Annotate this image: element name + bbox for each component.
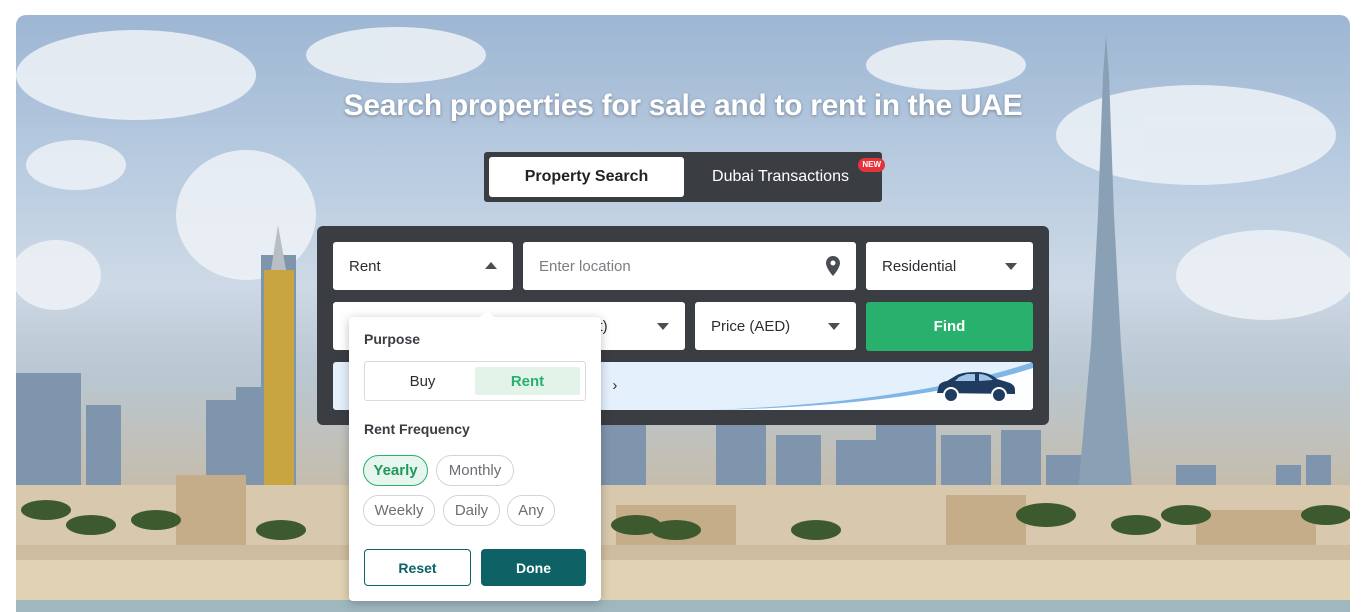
purpose-label: Purpose [364,331,421,347]
purpose-dropdown: Purpose Buy Rent Rent Frequency Yearly M… [349,310,601,601]
frequency-chip-any[interactable]: Any [507,495,555,526]
tab-dubai-transactions-label: Dubai Transactions [712,168,849,185]
search-tabs: Property Search Dubai Transactions NEW [484,152,885,202]
caret-up-icon [485,262,497,269]
price-select-value: Price (AED) [711,317,791,335]
car-icon [937,372,1015,403]
purpose-select[interactable]: Rent [333,242,513,290]
purpose-option-buy[interactable]: Buy [370,367,475,395]
chevron-down-icon [657,323,669,330]
tab-property-search[interactable]: Property Search [489,157,684,197]
new-badge: NEW [858,158,885,172]
location-field[interactable] [523,242,856,290]
tab-dubai-transactions[interactable]: Dubai Transactions NEW [684,157,885,197]
purpose-option-rent[interactable]: Rent [475,367,580,395]
location-pin-icon [826,256,840,276]
chevron-down-icon [828,323,840,330]
done-button[interactable]: Done [481,549,586,586]
dropdown-notch [479,310,495,318]
frequency-chip-weekly[interactable]: Weekly [363,495,435,526]
chevron-down-icon [1005,263,1017,270]
rent-frequency-label: Rent Frequency [364,421,470,437]
reset-button[interactable]: Reset [364,549,471,586]
frequency-chip-daily[interactable]: Daily [443,495,500,526]
purpose-toggle: Buy Rent [364,361,586,401]
category-select-value: Residential [882,257,957,275]
purpose-select-value: Rent [349,257,381,275]
location-input[interactable] [539,257,799,275]
find-button[interactable]: Find [866,302,1033,351]
category-select[interactable]: Residential [866,242,1033,290]
hero-banner: Search properties for sale and to rent i… [16,15,1350,612]
price-select[interactable]: Price (AED) [695,302,856,350]
frequency-chip-yearly[interactable]: Yearly [363,455,428,486]
frequency-chip-monthly[interactable]: Monthly [436,455,514,486]
tab-property-search-label: Property Search [524,168,649,185]
hero-title: Search properties for sale and to rent i… [343,89,1023,122]
chevron-right-icon: › [612,377,618,394]
